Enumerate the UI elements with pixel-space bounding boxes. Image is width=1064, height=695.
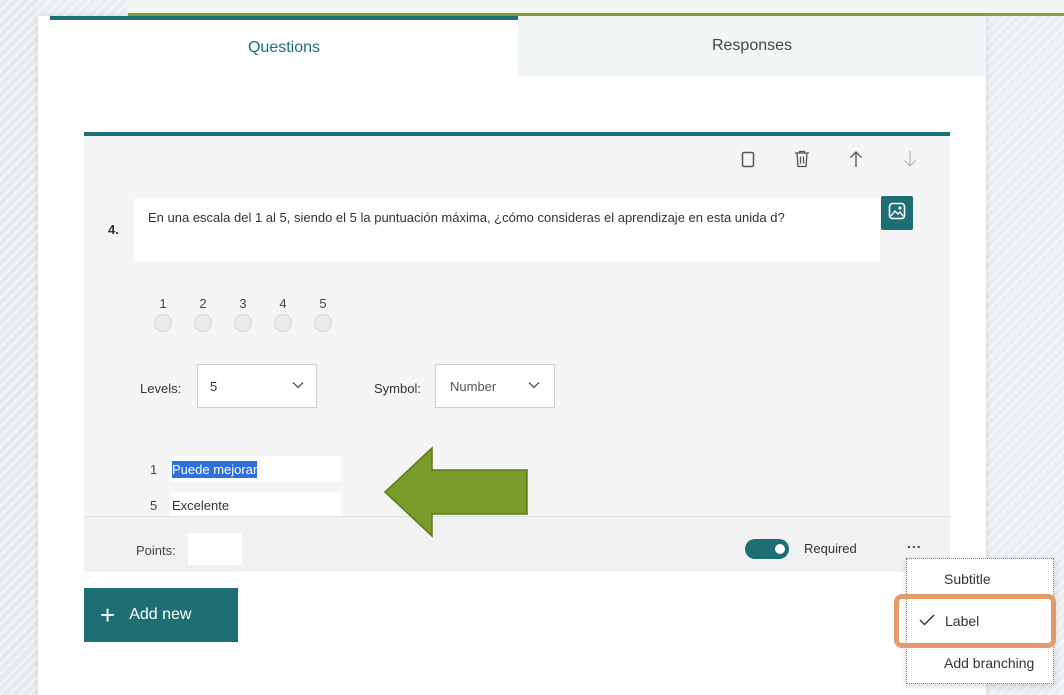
more-options-button[interactable]: ...: [907, 535, 922, 551]
top-banner-strip: [128, 0, 1064, 16]
scale-label-row: 1 Puede mejorar: [150, 456, 342, 482]
menu-item-subtitle-label: Subtitle: [944, 571, 991, 587]
rating-option[interactable]: 1: [152, 296, 174, 332]
required-toggle[interactable]: [745, 539, 789, 559]
levels-dropdown[interactable]: 5: [197, 364, 317, 408]
rating-scale: 1 2 3 4 5: [152, 296, 334, 332]
rating-option[interactable]: 3: [232, 296, 254, 332]
green-arrow-pointer: [383, 446, 528, 538]
toggle-knob: [775, 544, 785, 554]
low-label-text: Puede mejorar: [172, 460, 258, 478]
menu-item-branching-label: Add branching: [944, 655, 1035, 671]
highlight-callout-box: [894, 594, 1056, 648]
high-label-input[interactable]: Excelente: [170, 492, 342, 518]
menu-item-add-branching[interactable]: Add branching: [907, 645, 1053, 681]
form-panel: Questions Responses 4. En una escala del…: [38, 16, 986, 695]
question-title-text: En una escala del 1 al 5, siendo el 5 la…: [148, 210, 785, 225]
insert-image-button[interactable]: [881, 196, 913, 230]
menu-item-subtitle[interactable]: Subtitle: [907, 561, 1053, 597]
scale-label-row: 5 Excelente: [150, 492, 342, 518]
rating-radio[interactable]: [314, 314, 332, 332]
scale-label-number: 1: [150, 461, 158, 477]
chevron-down-icon: [528, 380, 540, 392]
insert-image-icon: [888, 202, 906, 225]
delete-icon[interactable]: [792, 148, 812, 170]
left-margin: [0, 0, 38, 695]
levels-label: Levels:: [140, 381, 182, 396]
tab-questions[interactable]: Questions: [50, 16, 518, 76]
question-number: 4.: [108, 222, 119, 237]
move-down-icon[interactable]: [900, 148, 920, 170]
points-label: Points:: [136, 543, 176, 558]
high-label-text: Excelente: [172, 497, 230, 513]
tab-questions-label: Questions: [247, 39, 321, 56]
levels-value: 5: [210, 378, 218, 394]
scale-label-number: 5: [150, 497, 158, 513]
symbol-dropdown[interactable]: Number: [435, 364, 555, 408]
rating-option[interactable]: 4: [272, 296, 294, 332]
required-label: Required: [804, 541, 857, 556]
question-toolbar: [738, 148, 920, 170]
rating-radio[interactable]: [234, 314, 252, 332]
copy-icon[interactable]: [738, 148, 758, 170]
rating-radio[interactable]: [274, 314, 292, 332]
question-title-input[interactable]: En una escala del 1 al 5, siendo el 5 la…: [134, 198, 880, 262]
tab-responses-label: Responses: [711, 37, 793, 54]
add-new-button[interactable]: + Add new: [84, 588, 238, 642]
tab-responses[interactable]: Responses: [518, 16, 986, 76]
rating-radio[interactable]: [154, 314, 172, 332]
low-label-input[interactable]: Puede mejorar: [170, 456, 342, 482]
plus-icon: +: [100, 600, 116, 630]
rating-option[interactable]: 5: [312, 296, 334, 332]
move-up-icon[interactable]: [846, 148, 866, 170]
rating-radio[interactable]: [194, 314, 212, 332]
symbol-value: Number: [450, 378, 497, 394]
chevron-down-icon: [292, 380, 304, 392]
symbol-label: Symbol:: [374, 381, 421, 396]
points-input[interactable]: [188, 533, 242, 565]
rating-option[interactable]: 2: [192, 296, 214, 332]
add-new-label: Add new: [129, 606, 192, 623]
